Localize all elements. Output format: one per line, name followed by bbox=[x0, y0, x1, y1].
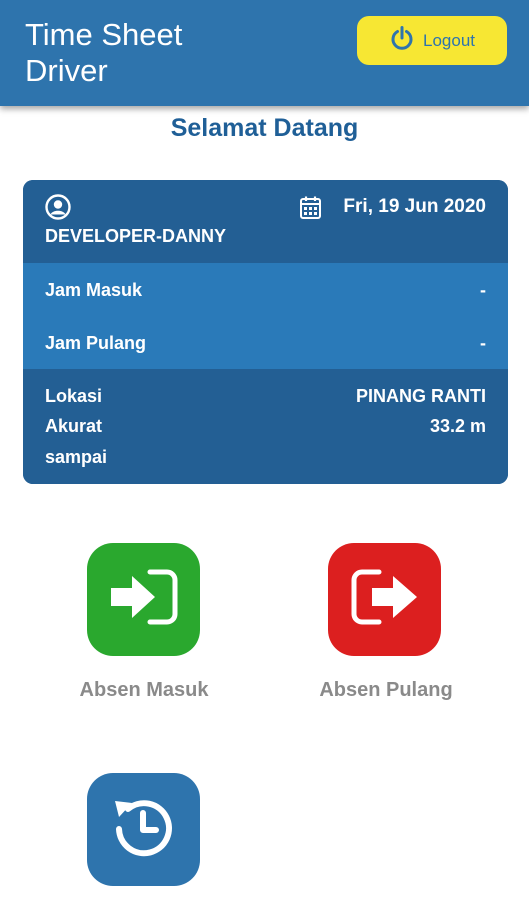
app-bar: Time Sheet Driver Logout bbox=[0, 0, 529, 106]
jam-masuk-value: - bbox=[480, 280, 486, 300]
history-icon bbox=[106, 789, 182, 870]
lokasi-value: PINANG RANTI bbox=[356, 386, 486, 406]
attendance-card: DEVELOPER-DANNY Fri, 19 Jun 2020 Jam Mas… bbox=[23, 180, 508, 484]
logout-arrow-icon bbox=[348, 567, 422, 632]
jam-masuk-label: Jam Masuk bbox=[45, 280, 143, 300]
date-text: Fri, 19 Jun 2020 bbox=[343, 196, 486, 217]
card-times: Jam Masuk - Jam Pulang - bbox=[23, 263, 508, 369]
app-title: Time Sheet Driver bbox=[25, 17, 183, 88]
logout-label: Logout bbox=[423, 30, 475, 50]
akurat-label: Akurat bbox=[45, 416, 103, 436]
jam-pulang-value: - bbox=[480, 333, 486, 353]
absen-pulang-label: Absen Pulang bbox=[319, 679, 453, 701]
login-icon bbox=[107, 567, 181, 632]
card-location: Lokasi PINANG RANTI Akurat 33.2 m sampai bbox=[23, 369, 508, 484]
absen-masuk-button[interactable] bbox=[87, 543, 200, 656]
card-header: DEVELOPER-DANNY Fri, 19 Jun 2020 bbox=[23, 180, 508, 263]
akurat-value: 33.2 m bbox=[429, 416, 486, 436]
user-icon bbox=[45, 194, 71, 225]
calendar-icon bbox=[300, 196, 321, 224]
welcome-heading: Selamat Datang bbox=[170, 114, 359, 142]
history-button[interactable] bbox=[87, 773, 200, 886]
jam-pulang-label: Jam Pulang bbox=[45, 333, 147, 353]
username: DEVELOPER-DANNY bbox=[45, 226, 227, 246]
power-icon bbox=[389, 25, 415, 56]
sampai-label: sampai bbox=[45, 447, 108, 467]
absen-masuk-label: Absen Masuk bbox=[79, 679, 209, 701]
absen-pulang-button[interactable] bbox=[328, 543, 441, 656]
logout-button[interactable]: Logout bbox=[357, 16, 507, 65]
lokasi-label: Lokasi bbox=[45, 386, 103, 406]
